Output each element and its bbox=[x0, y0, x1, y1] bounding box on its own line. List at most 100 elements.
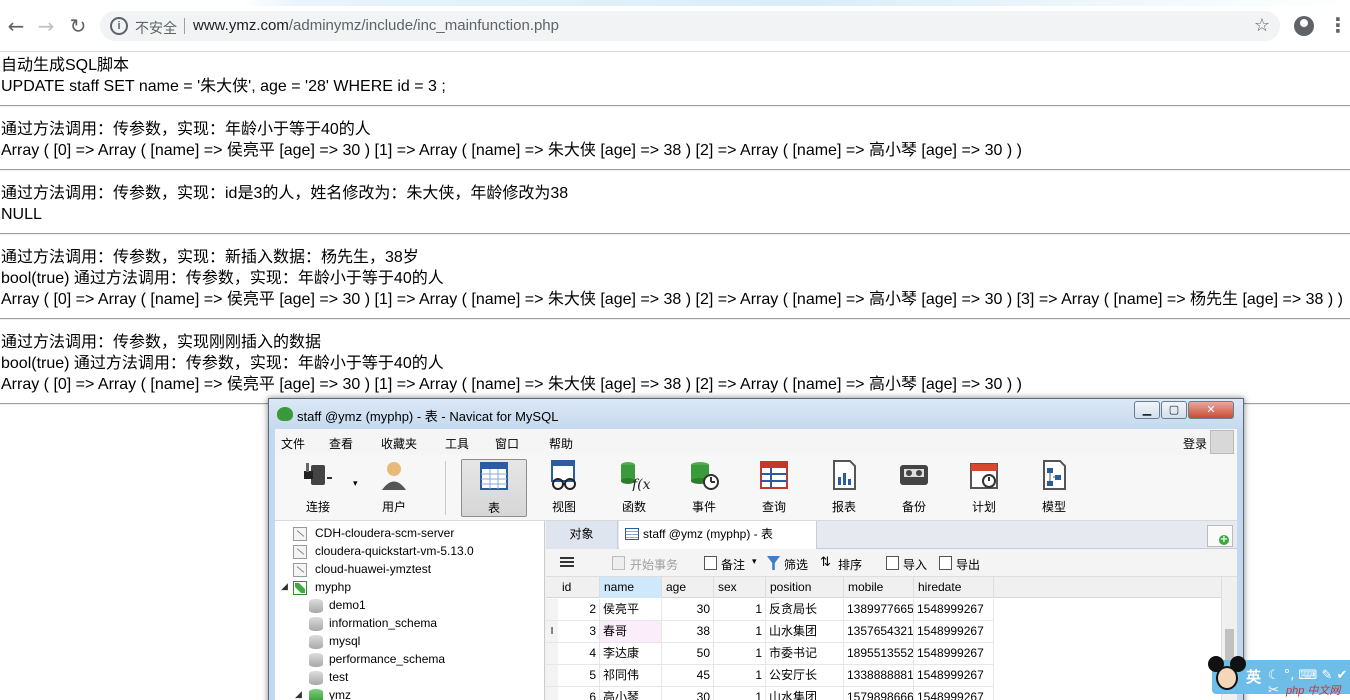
cell-sex[interactable]: 1 bbox=[714, 621, 766, 643]
toolbar-report[interactable]: 报表 bbox=[811, 459, 877, 517]
cell-hiredate[interactable]: 1548999267 bbox=[914, 599, 994, 621]
cell-hiredate[interactable]: 1548999267 bbox=[914, 643, 994, 665]
back-arrow-icon[interactable]: ← bbox=[4, 14, 28, 38]
cell-id[interactable]: 5 bbox=[558, 665, 600, 687]
expand-arrow-icon[interactable]: ◢ bbox=[281, 582, 288, 592]
expand-arrow-icon[interactable]: ◢ bbox=[295, 690, 302, 700]
output-line: 通过方法调用：传参数，实现：新插入数据：杨先生，38岁 bbox=[1, 249, 419, 266]
navicat-titlebar[interactable]: staff @ymz (myphp) - 表 - Navicat for MyS… bbox=[269, 399, 1243, 429]
cell-position[interactable]: 山水集团 bbox=[766, 621, 844, 643]
column-header[interactable]: mobile bbox=[844, 577, 914, 598]
sort-button[interactable]: 排序 bbox=[838, 556, 862, 573]
cell-id[interactable]: 6 bbox=[558, 687, 600, 700]
maximize-button[interactable]: ▢ bbox=[1161, 401, 1187, 419]
toolbar-backup[interactable]: 备份 bbox=[881, 459, 947, 517]
cell-hiredate[interactable]: 1548999267 bbox=[914, 665, 994, 687]
toolbar-function[interactable]: f(x) 函数 bbox=[601, 459, 667, 517]
toolbar-schedule[interactable]: 计划 bbox=[951, 459, 1017, 517]
cell-name[interactable]: 高小琴 bbox=[600, 687, 662, 700]
toolbar-event[interactable]: 事件 bbox=[671, 459, 737, 517]
avatar[interactable] bbox=[1210, 430, 1234, 454]
cell-position[interactable]: 山水集团 bbox=[766, 687, 844, 700]
tab-objects[interactable]: 对象 bbox=[546, 521, 618, 549]
menu-hamburger-icon[interactable] bbox=[560, 557, 574, 559]
column-header[interactable]: position bbox=[766, 577, 844, 598]
address-bar[interactable]: i 不安全 www.ymz.com/adminymz/include/inc_m… bbox=[100, 11, 1280, 41]
connection-open-icon bbox=[293, 581, 307, 595]
url-text[interactable]: www.ymz.com/adminymz/include/inc_mainfun… bbox=[193, 17, 559, 34]
column-header[interactable]: age bbox=[662, 577, 714, 598]
menu-file[interactable]: 文件 bbox=[281, 435, 305, 452]
filter-button[interactable]: 筛选 bbox=[784, 556, 808, 573]
note-dropdown-icon[interactable]: ▾ bbox=[752, 557, 757, 567]
cell-age[interactable]: 30 bbox=[662, 687, 714, 700]
minimize-button[interactable]: ▁ bbox=[1134, 401, 1160, 419]
bookmark-star-icon[interactable]: ☆ bbox=[1254, 15, 1270, 36]
column-header[interactable]: sex bbox=[714, 577, 766, 598]
cell-hiredate[interactable]: 1548999267 bbox=[914, 621, 994, 643]
toolbar-model[interactable]: 模型 bbox=[1021, 459, 1087, 517]
toolbar-label: 备份 bbox=[901, 500, 926, 514]
menu-help[interactable]: 帮助 bbox=[549, 435, 573, 452]
toolbar-connect[interactable]: 连接 bbox=[285, 459, 351, 517]
login-link[interactable]: 登录 bbox=[1183, 435, 1207, 452]
cell-mobile[interactable]: 13899776655 bbox=[844, 599, 914, 621]
cell-age[interactable]: 30 bbox=[662, 599, 714, 621]
toolbar-query[interactable]: 查询 bbox=[741, 459, 807, 517]
reload-icon[interactable]: ↻ bbox=[66, 14, 90, 38]
menu-view[interactable]: 查看 bbox=[329, 435, 353, 452]
column-header[interactable]: id bbox=[558, 577, 600, 598]
cell-position[interactable]: 市委书记 bbox=[766, 643, 844, 665]
cell-mobile[interactable]: 15798986666 bbox=[844, 687, 914, 700]
menu-window[interactable]: 窗口 bbox=[495, 435, 519, 452]
table-row[interactable]: 4 李达康 50 1 市委书记 18955135521 1548999267 bbox=[546, 643, 1221, 665]
cell-position[interactable]: 公安厅长 bbox=[766, 665, 844, 687]
connect-dropdown-icon[interactable]: ▾ bbox=[353, 479, 358, 489]
cell-hiredate[interactable]: 1548999267 bbox=[914, 687, 994, 700]
table-row[interactable]: 2 侯亮平 30 1 反贪局长 13899776655 1548999267 bbox=[546, 599, 1221, 621]
cell-mobile[interactable]: 13388888811 bbox=[844, 665, 914, 687]
output-line: bool(true) 通过方法调用：传参数，实现：年龄小于等于40的人 bbox=[1, 270, 444, 287]
cell-name[interactable]: 春哥 bbox=[600, 621, 662, 643]
cell-sex[interactable]: 1 bbox=[714, 687, 766, 700]
toolbar-view[interactable]: 视图 bbox=[531, 459, 597, 517]
cell-sex[interactable]: 1 bbox=[714, 599, 766, 621]
note-button[interactable]: 备注 bbox=[721, 556, 745, 573]
cell-mobile[interactable]: 18955135521 bbox=[844, 643, 914, 665]
cell-name[interactable]: 李达康 bbox=[600, 643, 662, 665]
toolbar-table[interactable]: 表 bbox=[461, 459, 527, 517]
table-row[interactable]: 6 高小琴 30 1 山水集团 15798986666 1548999267 bbox=[546, 687, 1221, 700]
menu-favorites[interactable]: 收藏夹 bbox=[381, 435, 417, 452]
database-open-icon bbox=[309, 689, 323, 700]
column-header[interactable]: name bbox=[600, 577, 662, 598]
cell-age[interactable]: 38 bbox=[662, 621, 714, 643]
info-icon[interactable]: i bbox=[110, 17, 128, 35]
menu-kebab-icon[interactable]: ⋮ bbox=[1328, 13, 1348, 37]
cell-name[interactable]: 祁同伟 bbox=[600, 665, 662, 687]
cell-position[interactable]: 反贪局长 bbox=[766, 599, 844, 621]
close-button[interactable]: ✕ bbox=[1188, 401, 1234, 419]
database-icon bbox=[309, 653, 323, 667]
menu-tools[interactable]: 工具 bbox=[445, 435, 469, 452]
tab-staff-table[interactable]: staff @ymz (myphp) - 表 bbox=[619, 521, 817, 549]
cell-age[interactable]: 45 bbox=[662, 665, 714, 687]
export-button[interactable]: 导出 bbox=[956, 556, 980, 573]
cell-id[interactable]: 4 bbox=[558, 643, 600, 665]
account-icon[interactable] bbox=[1294, 16, 1314, 36]
forward-arrow-icon[interactable]: → bbox=[34, 14, 58, 38]
begin-transaction-button[interactable]: 开始事务 bbox=[630, 556, 678, 573]
cell-sex[interactable]: 1 bbox=[714, 643, 766, 665]
cell-id[interactable]: 3 bbox=[558, 621, 600, 643]
ime-language-toggle[interactable]: 英 bbox=[1246, 666, 1261, 687]
cell-id[interactable]: 2 bbox=[558, 599, 600, 621]
cell-mobile[interactable]: 13576543210 bbox=[844, 621, 914, 643]
table-row[interactable]: 5 祁同伟 45 1 公安厅长 13388888811 1548999267 bbox=[546, 665, 1221, 687]
cell-age[interactable]: 50 bbox=[662, 643, 714, 665]
import-button[interactable]: 导入 bbox=[903, 556, 927, 573]
cell-name[interactable]: 侯亮平 bbox=[600, 599, 662, 621]
add-tab-icon[interactable] bbox=[1207, 525, 1233, 547]
cell-sex[interactable]: 1 bbox=[714, 665, 766, 687]
column-header[interactable]: hiredate bbox=[914, 577, 994, 598]
toolbar-user[interactable]: 用户 bbox=[361, 459, 427, 517]
table-row[interactable]: I 3 春哥 38 1 山水集团 13576543210 1548999267 bbox=[546, 621, 1221, 643]
